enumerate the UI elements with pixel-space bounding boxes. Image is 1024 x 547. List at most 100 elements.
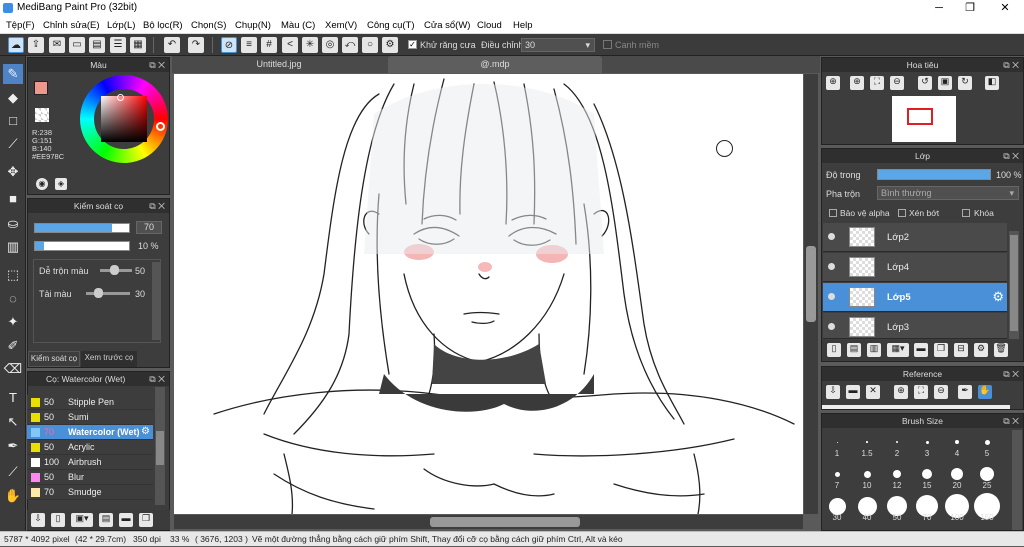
reference-zoom-out-icon[interactable]: ⊖ xyxy=(934,385,948,399)
rectangle-tool-icon[interactable]: □ xyxy=(3,111,23,131)
protect-alpha-checkbox[interactable] xyxy=(829,209,837,217)
rotate-left-icon[interactable]: ↺ xyxy=(918,76,932,90)
layers-scrollbar[interactable] xyxy=(1009,231,1019,339)
curve-snap-icon[interactable]: ⤺ xyxy=(342,37,358,53)
close-button[interactable]: ✕ xyxy=(990,0,1020,16)
magic-wand-icon[interactable]: ✦ xyxy=(3,312,23,332)
parallel-snap-icon[interactable]: ≡ xyxy=(241,37,257,53)
reference-hand-icon[interactable]: ✋ xyxy=(978,385,992,399)
sv-cursor[interactable] xyxy=(117,94,124,101)
brush-size-dot[interactable] xyxy=(836,441,838,443)
ellipse-snap-icon[interactable]: ○ xyxy=(362,37,378,53)
layer-folder-icon[interactable]: ▬ xyxy=(914,343,928,357)
menu-color[interactable]: Màu (C) xyxy=(281,20,315,31)
list-icon[interactable]: ☰ xyxy=(110,37,126,53)
canvas-horizontal-scrollbar[interactable] xyxy=(174,515,803,529)
blend-mode-select[interactable]: Bình thường ▾ xyxy=(877,186,1019,200)
layer-row[interactable]: Lớp4 xyxy=(823,253,1007,282)
rotate-fit-icon[interactable]: ▣ xyxy=(938,76,952,90)
layer-row[interactable]: Lớp5 ⚙ xyxy=(823,283,1007,312)
menu-layer[interactable]: Lớp(L) xyxy=(107,20,135,31)
reference-fit-icon[interactable]: ⛶ xyxy=(914,385,928,399)
minimize-button[interactable]: ─ xyxy=(924,0,954,16)
zoom-out-icon[interactable]: ⊖ xyxy=(890,76,904,90)
menu-file[interactable]: Tệp(F) xyxy=(6,20,35,31)
operation-tool-icon[interactable]: ↖ xyxy=(3,412,23,432)
brush-size-dot[interactable] xyxy=(955,440,959,444)
blend-slider-handle[interactable] xyxy=(110,265,119,275)
circle-snap-icon[interactable]: ◎ xyxy=(322,37,338,53)
new-halftone-layer-icon[interactable]: ▤ xyxy=(847,343,861,357)
new-brush-icon[interactable]: ▯ xyxy=(51,513,65,527)
menu-window[interactable]: Cửa sổ(W) xyxy=(424,20,470,31)
layer-visibility-icon[interactable] xyxy=(828,323,835,330)
cross-snap-icon[interactable]: # xyxy=(261,37,277,53)
brush-list-item[interactable]: 50 Sumi xyxy=(27,410,153,425)
radial-snap-icon[interactable]: ✳ xyxy=(302,37,318,53)
lasso-tool-icon[interactable]: ◌ xyxy=(3,289,23,309)
adjust-select[interactable]: 30 ▾ xyxy=(521,38,595,52)
hscroll-thumb[interactable] xyxy=(430,517,580,527)
reference-eyedropper-icon[interactable]: ✒ xyxy=(958,385,972,399)
color-history-icon[interactable]: ◈ xyxy=(55,178,67,190)
hue-wheel[interactable] xyxy=(80,75,168,163)
layer-settings-icon[interactable]: ⚙ xyxy=(974,343,988,357)
layer-row[interactable]: Lớp2 xyxy=(823,223,1007,252)
grid-icon[interactable]: ▦ xyxy=(130,37,146,53)
panel-close-icon[interactable]: ⧉ ✕ xyxy=(1003,414,1019,428)
text-tool-icon[interactable]: T xyxy=(3,388,23,408)
delete-layer-icon[interactable]: 🗑 xyxy=(994,343,1008,357)
layer-settings-gear-icon[interactable]: ⚙ xyxy=(992,289,1004,305)
brush-list-item[interactable]: 70 Smudge xyxy=(27,485,153,500)
canvas-vertical-scrollbar[interactable] xyxy=(804,74,818,514)
divide-tool-icon[interactable]: ✒ xyxy=(3,436,23,456)
layer-menu-icon[interactable]: ▦▾ xyxy=(887,343,909,357)
tab-brush-preview[interactable]: Xem trước cọ xyxy=(81,351,137,367)
new-layer-icon[interactable]: ▯ xyxy=(827,343,841,357)
select-tool-icon[interactable]: ⬚ xyxy=(3,265,23,285)
layer-opacity-slider[interactable] xyxy=(877,169,991,180)
zoom-reset-icon[interactable]: ⊕ xyxy=(850,76,864,90)
menu-view[interactable]: Xem(V) xyxy=(325,20,357,31)
menu-edit[interactable]: Chỉnh sửa(E) xyxy=(43,20,100,31)
navigator-viewport[interactable] xyxy=(907,108,933,125)
no-snap-icon[interactable]: ⊘ xyxy=(221,37,237,53)
brush-list-item[interactable]: 50 Acrylic xyxy=(27,440,153,455)
add-brush-icon[interactable]: ▣▾ xyxy=(71,513,93,527)
zoom-in-icon[interactable]: ⊕ xyxy=(826,76,840,90)
undo-icon[interactable]: ↶ xyxy=(164,37,180,53)
tab-untitled[interactable]: Untitled.jpg xyxy=(180,56,378,73)
reload-slider-handle[interactable] xyxy=(94,288,103,298)
brush-size-dot[interactable] xyxy=(828,497,846,515)
cloud-icon[interactable]: ☁ xyxy=(8,37,24,53)
palette-icon[interactable]: ◉ xyxy=(36,178,48,190)
folder-icon[interactable]: ▬ xyxy=(119,513,133,527)
clipping-checkbox[interactable] xyxy=(898,209,906,217)
menu-tools[interactable]: Công cụ(T) xyxy=(367,20,415,31)
vscroll-thumb[interactable] xyxy=(806,246,816,322)
brush-size-value[interactable]: 70 xyxy=(136,221,162,234)
navigator-thumbnail[interactable] xyxy=(892,96,956,142)
brush-size-dot[interactable] xyxy=(834,471,840,477)
merge-layer-icon[interactable]: ⊟ xyxy=(954,343,968,357)
page-icon[interactable]: ▤ xyxy=(89,37,105,53)
brush-size-dot[interactable] xyxy=(984,439,990,445)
menu-help[interactable]: Help xyxy=(513,20,533,31)
reference-scrollbar[interactable] xyxy=(822,405,1010,409)
tab-brush-control[interactable]: Kiểm soát cọ xyxy=(28,351,80,367)
chat-icon[interactable]: ▭ xyxy=(69,37,85,53)
hand-tool-icon[interactable]: ✋ xyxy=(3,486,23,506)
menu-filter[interactable]: Bộ lọc(R) xyxy=(143,20,183,31)
copy-brush-icon[interactable]: ❐ xyxy=(139,513,153,527)
layer-row[interactable]: Lớp3 xyxy=(823,313,1007,339)
reference-close-icon[interactable]: ✕ xyxy=(866,385,880,399)
duplicate-layer-icon[interactable]: ❐ xyxy=(934,343,948,357)
brush-size-dot[interactable] xyxy=(951,468,963,480)
panel-close-icon[interactable]: ⧉ ✕ xyxy=(149,58,165,72)
layer-visibility-icon[interactable] xyxy=(828,233,835,240)
menu-snap[interactable]: Chụp(N) xyxy=(235,20,271,31)
reference-open-icon[interactable]: ▬ xyxy=(846,385,860,399)
brush-settings-icon[interactable]: ▤ xyxy=(99,513,113,527)
brush-size-dot[interactable] xyxy=(866,441,868,443)
maximize-button[interactable]: ❐ xyxy=(955,0,985,16)
